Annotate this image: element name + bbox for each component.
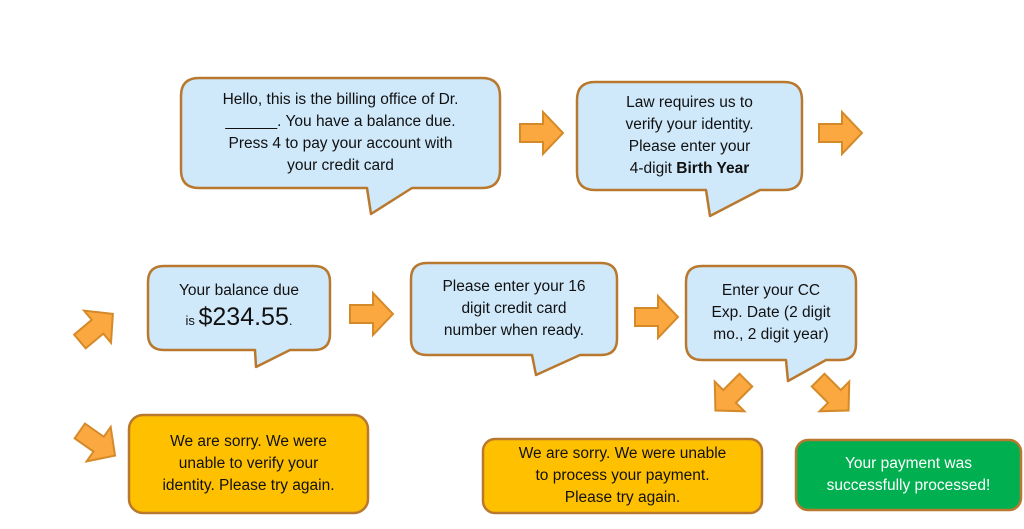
exp-date-bubble: Enter your CC Exp. Date (2 digit mo., 2 … [686, 268, 856, 358]
payment-error-box: We are sorry. We were unable to process … [483, 439, 762, 513]
card-number-bubble: Please enter your 16 digit credit card n… [411, 265, 617, 353]
verify-line-2: verify your identity. [625, 116, 754, 133]
verify-line-4: 4-digit Birth Year [630, 158, 749, 180]
greeting-bubble: Hello, this is the billing office of Dr.… [181, 80, 500, 186]
balance-line-2: is $234.55. [186, 302, 293, 336]
balance-prefix: is [185, 313, 199, 328]
greeting-line-2: ______. You have a balance due. [225, 113, 456, 130]
exp-line-2: Exp. Date (2 digit [711, 304, 831, 321]
exp-line-3: mo., 2 digit year) [713, 326, 829, 343]
arrow-into-balance-icon [65, 296, 128, 359]
verify-line-3: Please enter your [628, 138, 751, 155]
verify-identity-bubble: Law requires us to verify your identity.… [577, 84, 802, 188]
payment-error-line-2: to process your payment. [535, 467, 710, 484]
exp-line-1: Enter your CC [721, 282, 821, 299]
balance-line-1: Your balance due [178, 282, 300, 299]
arrow-verify-to-next-row-icon [818, 111, 863, 155]
payment-success-line-2: successfully processed! [826, 477, 991, 494]
arrow-to-identity-error-icon [66, 412, 129, 474]
payment-error-line-3: Please try again. [564, 489, 681, 506]
payment-error-line-1: We are sorry. We were unable [518, 445, 727, 462]
arrow-card-to-exp-icon [634, 295, 679, 339]
identity-error-line-1: We are sorry. We were [170, 433, 327, 450]
verify-line-1: Law requires us to [626, 94, 753, 111]
arrow-exp-to-success-icon [802, 364, 865, 427]
arrow-balance-to-card-icon [349, 292, 394, 336]
card-line-3: number when ready. [443, 322, 585, 339]
identity-error-line-3: identity. Please try again. [162, 477, 335, 494]
balance-bubble: Your balance due is $234.55. [148, 268, 330, 348]
payment-success-box: Your payment was successfully processed! [796, 440, 1021, 510]
greeting-line-1: Hello, this is the billing office of Dr. [222, 91, 459, 108]
birth-year-emphasis: Birth Year [676, 160, 750, 177]
card-line-1: Please enter your 16 [442, 278, 586, 295]
card-line-2: digit credit card [461, 300, 567, 317]
identity-error-box: We are sorry. We were unable to verify y… [129, 415, 368, 513]
verify-line-4-prefix: 4-digit [629, 160, 677, 177]
identity-error-line-2: unable to verify your [178, 455, 319, 472]
arrow-greeting-to-verify-icon [519, 111, 564, 155]
payment-success-line-1: Your payment was [845, 455, 972, 472]
greeting-line-3: Press 4 to pay your account with [228, 135, 453, 152]
balance-suffix: . [288, 313, 293, 328]
arrow-exp-to-error-icon [699, 364, 762, 427]
greeting-line-4: your credit card [287, 157, 394, 174]
balance-amount: $234.55 [198, 303, 289, 331]
